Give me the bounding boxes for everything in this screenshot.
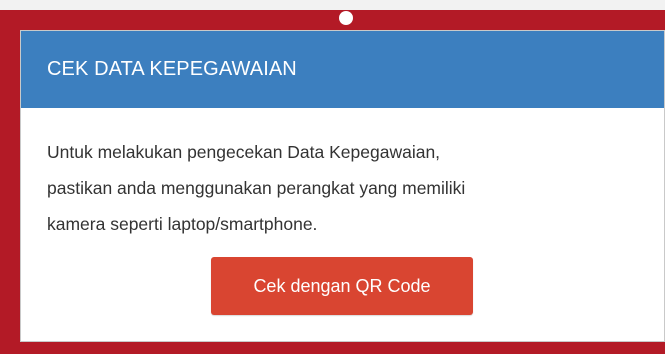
card-description: Untuk melakukan pengecekan Data Kepegawa…	[47, 134, 644, 242]
employee-data-card: CEK DATA KEPEGAWAIAN Untuk melakukan pen…	[20, 30, 665, 342]
description-line-2: pastikan anda menggunakan perangkat yang…	[47, 178, 466, 198]
description-line-3: kamera seperti laptop/smartphone.	[47, 214, 318, 234]
card-body: Untuk melakukan pengecekan Data Kepegawa…	[21, 108, 664, 242]
description-line-1: Untuk melakukan pengecekan Data Kepegawa…	[47, 142, 441, 162]
card-title: CEK DATA KEPEGAWAIAN	[47, 58, 297, 80]
check-qr-code-button[interactable]: Cek dengan QR Code	[211, 257, 473, 315]
card-header: CEK DATA KEPEGAWAIAN	[21, 31, 664, 108]
indicator-dot	[339, 11, 353, 25]
